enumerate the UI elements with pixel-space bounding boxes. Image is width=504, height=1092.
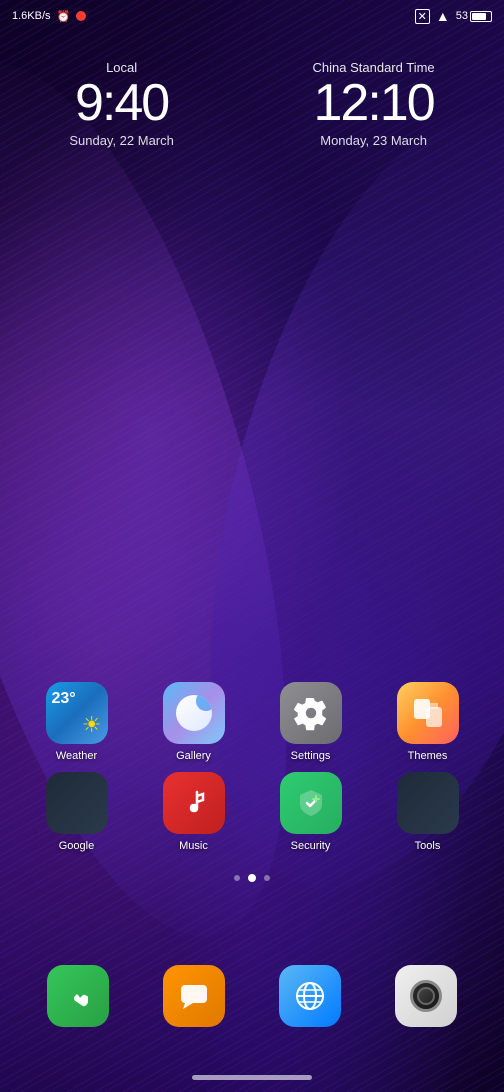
page-dot-3[interactable] [264, 875, 270, 881]
dock [0, 965, 504, 1027]
dock-browser[interactable] [279, 965, 341, 1027]
status-left: 1.6KB/s ⏰ [12, 10, 86, 23]
dock-messages[interactable] [163, 965, 225, 1027]
themes-label: Themes [408, 750, 448, 762]
china-clock: China Standard Time 12:10 Monday, 23 Mar… [313, 60, 435, 148]
network-speed: 1.6KB/s [12, 10, 51, 22]
browser-icon [279, 965, 341, 1027]
app-settings[interactable]: Settings [271, 682, 351, 762]
security-icon-bg [280, 772, 342, 834]
page-dot-2-active[interactable] [248, 874, 256, 882]
wallpaper [0, 0, 504, 1092]
app-themes[interactable]: Themes [388, 682, 468, 762]
gallery-inner [176, 695, 212, 731]
gallery-label: Gallery [176, 750, 211, 762]
tools-label: Tools [415, 840, 441, 852]
dock-camera[interactable] [395, 965, 457, 1027]
app-music[interactable]: Music [154, 772, 234, 852]
battery-indicator: 53 [456, 10, 492, 22]
screen: 1.6KB/s ⏰ ✕ ▲ 53 Local 9:40 Sunday, 22 M… [0, 0, 504, 1092]
app-grid: Weather Gallery Settings [0, 682, 504, 862]
app-gallery[interactable]: Gallery [154, 682, 234, 762]
google-label: Google [59, 840, 94, 852]
local-clock: Local 9:40 Sunday, 22 March [69, 60, 174, 148]
themes-icon-bg [397, 682, 459, 744]
china-clock-label: China Standard Time [313, 60, 435, 75]
music-icon [177, 786, 211, 820]
page-dot-1[interactable] [234, 875, 240, 881]
x-icon: ✕ [415, 9, 430, 24]
gear-icon [293, 695, 329, 731]
security-icon [294, 786, 328, 820]
app-row-1: Weather Gallery Settings [18, 682, 486, 762]
home-indicator[interactable] [192, 1075, 312, 1080]
camera-icon [395, 965, 457, 1027]
notification-dot [76, 11, 86, 21]
google-icon-bg [46, 772, 108, 834]
battery-body [470, 11, 492, 22]
phone-svg [62, 980, 94, 1012]
battery-percent: 53 [456, 10, 468, 22]
status-right: ✕ ▲ 53 [415, 8, 492, 24]
music-icon-bg [163, 772, 225, 834]
browser-svg [292, 978, 328, 1014]
page-dots [0, 874, 504, 882]
app-weather[interactable]: Weather [37, 682, 117, 762]
dual-clock: Local 9:40 Sunday, 22 March China Standa… [0, 60, 504, 148]
app-row-2: Google Music [18, 772, 486, 852]
china-clock-date: Monday, 23 March [313, 133, 435, 148]
dock-phone[interactable] [47, 965, 109, 1027]
local-clock-date: Sunday, 22 March [69, 133, 174, 148]
alarm-icon: ⏰ [57, 10, 71, 23]
weather-icon-bg [46, 682, 108, 744]
app-security[interactable]: Security [271, 772, 351, 852]
settings-label: Settings [291, 750, 331, 762]
app-tools[interactable]: Tools [388, 772, 468, 852]
security-label: Security [291, 840, 331, 852]
wifi-icon: ▲ [436, 8, 450, 24]
camera-inner [417, 987, 435, 1005]
gallery-icon-bg [163, 682, 225, 744]
messages-svg [177, 979, 211, 1013]
music-label: Music [179, 840, 208, 852]
local-clock-label: Local [69, 60, 174, 75]
weather-label: Weather [56, 750, 97, 762]
phone-icon [47, 965, 109, 1027]
china-clock-time: 12:10 [313, 77, 435, 129]
status-bar: 1.6KB/s ⏰ ✕ ▲ 53 [0, 0, 504, 32]
camera-lens [410, 980, 442, 1012]
app-google[interactable]: Google [37, 772, 117, 852]
tools-icon-bg [397, 772, 459, 834]
battery-fill [472, 13, 486, 20]
local-clock-time: 9:40 [69, 77, 174, 129]
messages-icon [163, 965, 225, 1027]
settings-icon-bg [280, 682, 342, 744]
themes-icon [410, 695, 446, 731]
